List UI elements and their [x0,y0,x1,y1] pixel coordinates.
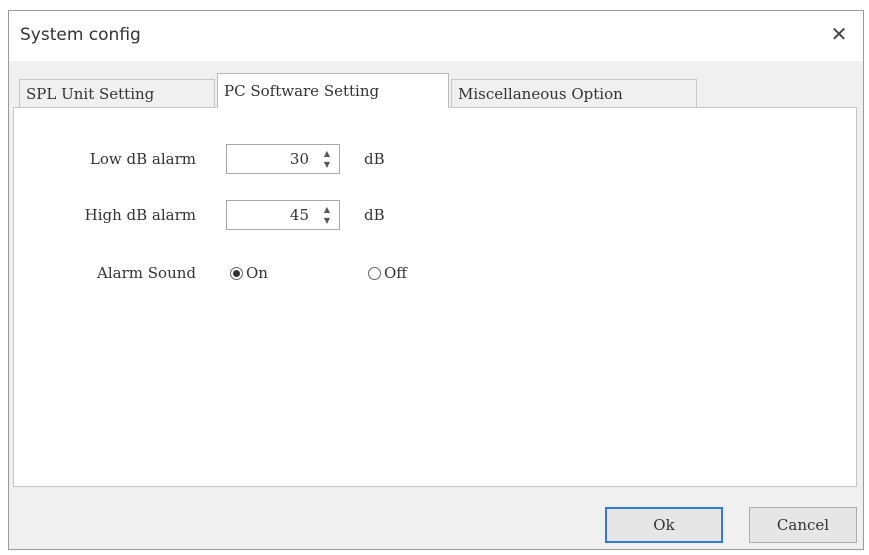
window-title: System config [20,25,141,45]
spin-up-icon[interactable]: ▲ [318,148,336,159]
tab-strip: SPL Unit Setting PC Software Setting Mis… [13,73,853,108]
pc-software-settings-panel: Low dB alarm 30 ▲ ▼ dB High dB alarm 45 … [13,107,857,487]
alarm-sound-label: Alarm Sound [97,264,196,282]
tab-miscellaneous-option[interactable]: Miscellaneous Option [451,79,697,107]
tab-spl-unit-setting[interactable]: SPL Unit Setting [19,79,215,107]
high-alarm-value[interactable]: 45 [290,206,309,224]
high-alarm-spin-buttons[interactable]: ▲ ▼ [318,204,336,226]
alarm-sound-off-radio[interactable] [368,267,381,280]
high-alarm-spinbox[interactable]: 45 ▲ ▼ [226,200,340,230]
system-config-dialog: System config ✕ SPL Unit Setting PC Soft… [8,10,864,550]
low-alarm-unit: dB [364,150,385,168]
high-alarm-label: High dB alarm [84,206,196,224]
alarm-sound-on-label[interactable]: On [246,264,268,282]
cancel-button[interactable]: Cancel [749,507,857,543]
low-alarm-spin-buttons[interactable]: ▲ ▼ [318,148,336,170]
low-alarm-label: Low dB alarm [89,150,196,168]
ok-button[interactable]: Ok [605,507,723,543]
alarm-sound-off-label[interactable]: Off [384,264,407,282]
low-alarm-spinbox[interactable]: 30 ▲ ▼ [226,144,340,174]
tab-pc-software-setting[interactable]: PC Software Setting [217,73,449,108]
close-icon[interactable]: ✕ [829,23,849,45]
spin-down-icon[interactable]: ▼ [318,159,336,170]
title-bar: System config ✕ [9,11,863,61]
spin-up-icon[interactable]: ▲ [318,204,336,215]
alarm-sound-on-radio[interactable] [230,267,243,280]
low-alarm-value[interactable]: 30 [290,150,309,168]
spin-down-icon[interactable]: ▼ [318,215,336,226]
high-alarm-unit: dB [364,206,385,224]
